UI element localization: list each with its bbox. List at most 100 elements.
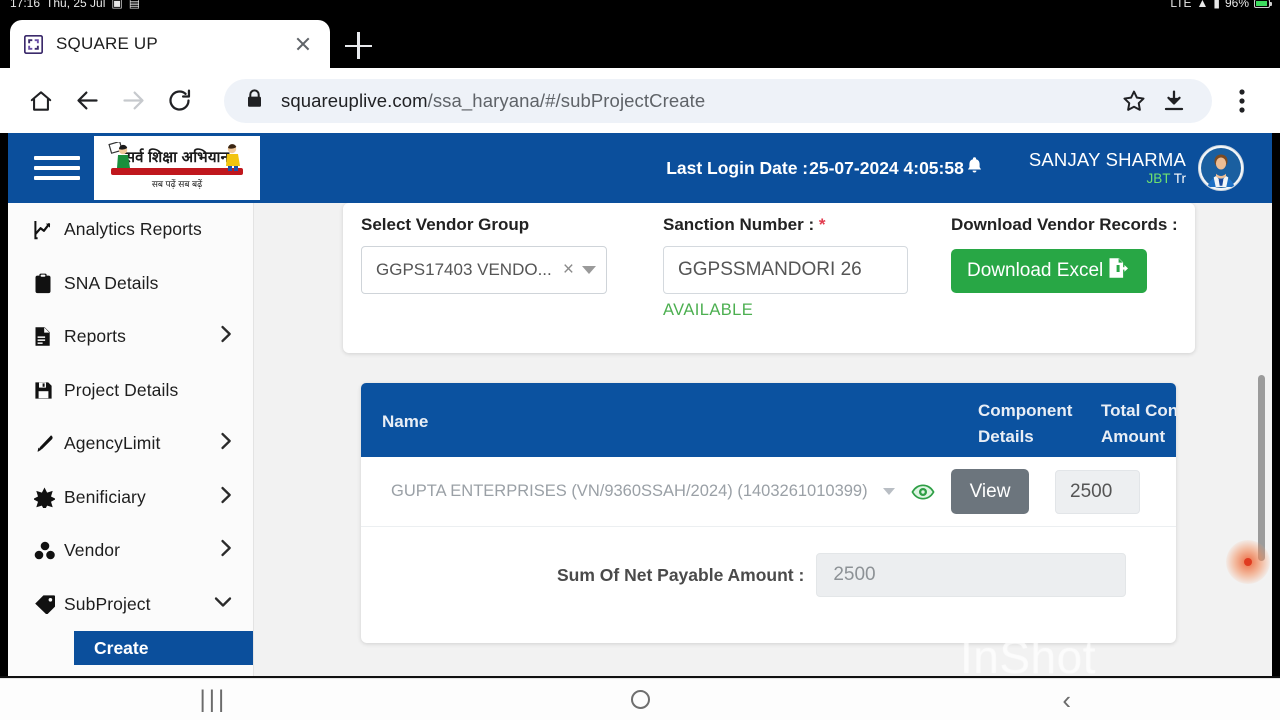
nav-home-button[interactable] [427,690,854,709]
sidebar-item-label: Analytics Reports [64,219,202,240]
sidebar-item-vendor[interactable]: Vendor [8,524,253,578]
status-bar-battery: 96% [1224,0,1249,10]
sidebar-item-label: SubProject [64,593,151,614]
touch-indicator [1226,540,1270,584]
vendor-group-select[interactable]: GGPS17403 VENDO... × [361,246,607,294]
sanction-number-field: Sanction Number : * GGPSSMANDORI 26 AVAI… [663,215,951,320]
sidebar-item-label: Project Details [64,379,179,400]
signal-icon: ▮ [1213,0,1220,10]
sidebar: Analytics Reports SNA Details Reports Pr… [8,203,254,678]
last-login-block: Last Login Date : 25-07-2024 4:05:58 [666,156,983,180]
sum-net-payable-value: 2500 [816,553,1127,597]
required-marker: * [818,215,826,234]
vendor-name-select[interactable]: GUPTA ENTERPRISES (VN/9360SSAH/2024) (14… [373,472,903,512]
lock-icon [246,88,263,113]
browser-toolbar: squareuplive.com/ssa_haryana/#/subProjec… [0,68,1280,133]
android-nav-bar: ||| ‹ [0,678,1280,720]
back-chevron-icon: ‹ [1062,684,1072,715]
sidebar-item-benificiary[interactable]: Benificiary [8,471,253,525]
sidebar-item-label: Vendor [64,540,121,561]
chart-line-icon [34,220,64,240]
chevron-right-icon [220,485,233,510]
sidebar-item-label: Reports [64,326,126,347]
logo-girl-icon [108,142,130,172]
download-vendor-records-field: Download Vendor Records : Download Excel [951,215,1178,320]
forward-icon [110,78,156,124]
main-content: Select Vendor Group GGPS17403 VENDO... ×… [254,203,1272,678]
file-text-icon [34,326,64,347]
download-icon[interactable] [1154,81,1194,121]
dropdown-caret-icon[interactable] [883,488,895,495]
column-header-name: Name [382,412,429,431]
vendor-group-value: GGPS17403 VENDO... [376,260,552,279]
chevron-down-icon [213,595,233,614]
table-row: GUPTA ENTERPRISES (VN/9360SSAH/2024) (14… [361,457,1176,527]
omnibox[interactable]: squareuplive.com/ssa_haryana/#/subProjec… [224,78,1212,123]
user-role: JBT Tr [1029,171,1186,186]
last-login-label: Last Login Date : [666,157,809,178]
logo-boy-icon [226,144,240,171]
new-tab-icon[interactable] [345,32,373,60]
dropdown-caret-icon[interactable] [582,266,596,274]
bell-icon[interactable] [966,156,983,180]
content-scrollbar[interactable] [1258,375,1265,561]
user-name: SANJAY SHARMA [1028,149,1186,171]
view-button[interactable]: View [951,469,1029,514]
sidebar-item-label: AgencyLimit [64,433,161,454]
hamburger-menu-icon[interactable] [34,150,80,186]
eye-icon[interactable] [903,483,943,501]
user-block[interactable]: SANJAY SHARMA JBT Tr [1028,149,1186,186]
file-export-icon [1107,257,1131,285]
status-bar-time: 17:16 [10,0,41,10]
clear-selection-icon[interactable]: × [563,259,574,281]
close-icon[interactable] [290,31,316,57]
app-header: सर्व शिक्षा अभियान सब पढ़ें सब बढ़ें Las… [8,133,1272,203]
back-icon[interactable] [64,78,110,124]
user-role-primary: JBT [1146,170,1171,186]
column-header-component-details: Component Details [978,401,1073,447]
omnibox-domain: squareuplive.com [281,89,428,111]
nav-back-button[interactable]: ‹ [853,687,1280,713]
android-status-bar: 17:16 Thu, 25 Jul ▣ ▤ LTE ▲ ▮ 96% [0,0,1280,16]
nav-recents-button[interactable]: ||| [0,686,427,714]
form-row: Select Vendor Group GGPS17403 VENDO... ×… [343,203,1195,320]
sanction-number-label-text: Sanction Number : [663,215,815,234]
chevron-right-icon [220,324,233,349]
tag-icon [34,594,64,615]
sidebar-item-reports[interactable]: Reports [8,310,253,364]
browser-tab[interactable]: SQUARE UP [10,20,330,68]
avatar[interactable] [1198,145,1244,191]
sanction-number-label: Sanction Number : * [663,215,951,235]
download-excel-button[interactable]: Download Excel [951,249,1148,293]
vendor-form-card: Select Vendor Group GGPS17403 VENDO... ×… [343,203,1195,353]
reload-icon[interactable] [156,78,202,124]
sidebar-item-sna-details[interactable]: SNA Details [8,257,253,311]
sidebar-item-agencylimit[interactable]: AgencyLimit [8,417,253,471]
home-icon[interactable] [18,78,64,124]
bookmark-star-icon[interactable] [1114,81,1154,121]
vendor-table-card: Name Component Details Total Con Amount … [361,383,1176,643]
wifi-icon: ▲ [1196,0,1209,10]
battery-icon [1254,0,1272,8]
user-role-secondary: Tr [1173,170,1186,186]
sanction-number-input[interactable]: GGPSSMANDORI 26 [663,246,908,294]
lte-icon: LTE [1170,0,1192,10]
sidebar-item-analytics-reports[interactable]: Analytics Reports [8,203,253,257]
omnibox-path: /ssa_haryana/#/subProjectCreate [427,89,706,111]
home-circle-icon [630,690,650,709]
ssa-logo: सर्व शिक्षा अभियान सब पढ़ें सब बढ़ें [94,136,260,200]
vendor-group-field: Select Vendor Group GGPS17403 VENDO... × [361,215,663,320]
cubes-icon [34,541,64,560]
recents-icon: ||| [199,685,228,713]
sidebar-item-project-details[interactable]: Project Details [8,364,253,418]
status-bar-right: LTE ▲ ▮ 96% [1170,0,1272,10]
sidebar-submenu-create[interactable]: Create [74,631,253,665]
image-icon: ▤ [128,0,141,10]
screen-root: 17:16 Thu, 25 Jul ▣ ▤ LTE ▲ ▮ 96% SQUARE… [0,0,1280,720]
sidebar-item-subproject[interactable]: SubProject [8,578,253,632]
logo-tagline: सब पढ़ें सब बढ़ें [151,178,203,189]
browser-menu-icon[interactable] [1222,78,1262,124]
sidebar-submenu-label: Create [94,637,149,658]
browser-tab-title: SQUARE UP [56,34,158,53]
last-login-value: 25-07-2024 4:05:58 [809,157,964,178]
